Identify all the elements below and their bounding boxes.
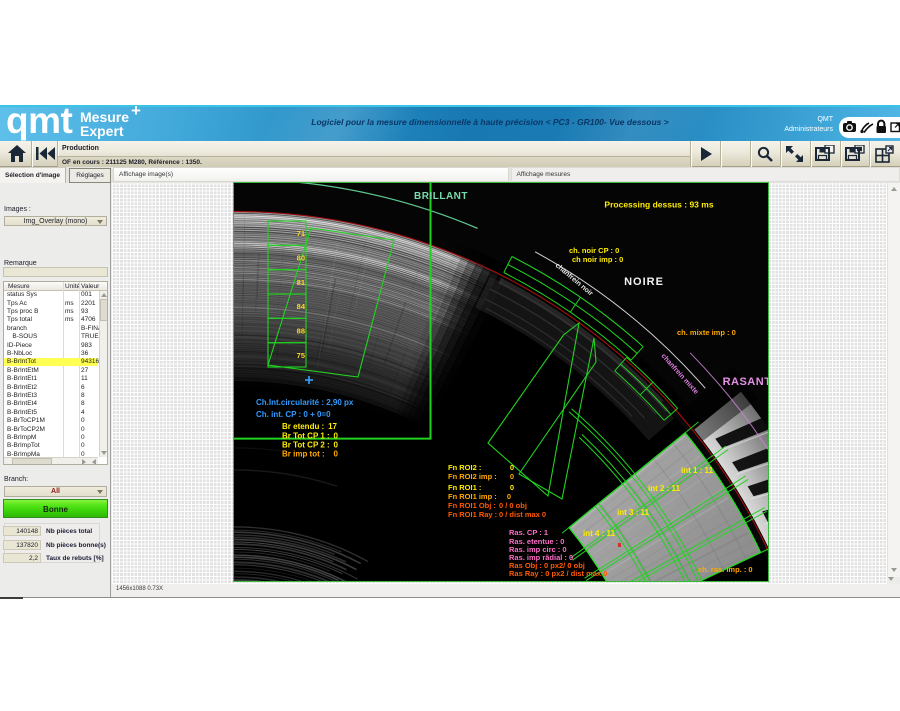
svg-text:Ras. CP : 1: Ras. CP : 1 — [509, 528, 548, 537]
svg-text:71: 71 — [297, 229, 305, 238]
svg-text:0: 0 — [334, 450, 339, 459]
svg-text:Ras Ray : 0 px2 / dist max 0: Ras Ray : 0 px2 / dist max 0 — [509, 569, 607, 578]
svg-text:RASANT: RASANT — [723, 376, 769, 388]
svg-text:int 4 : 11: int 4 : 11 — [583, 529, 616, 538]
svg-text:ch. noir CP : 0: ch. noir CP : 0 — [569, 246, 619, 255]
svg-text:Fn ROI2 imp :: Fn ROI2 imp : — [448, 472, 497, 481]
svg-text:ch. mixte imp : 0: ch. mixte imp : 0 — [677, 328, 736, 337]
svg-text:Fn ROI1 Ray :: Fn ROI1 Ray : — [448, 510, 497, 519]
svg-text:81: 81 — [297, 278, 305, 287]
svg-text:0: 0 — [507, 492, 511, 501]
svg-text:Ch. int. CP : 0 + 0=0: Ch. int. CP : 0 + 0=0 — [256, 410, 331, 419]
svg-text:88: 88 — [297, 327, 305, 336]
svg-text:BRILLANT: BRILLANT — [414, 191, 468, 202]
svg-text:17: 17 — [328, 422, 337, 431]
svg-text:75: 75 — [297, 351, 305, 360]
svg-text:0 / dist max 0: 0 / dist max 0 — [499, 510, 546, 519]
svg-text:84: 84 — [297, 302, 306, 311]
svg-text:0 / 0 obj: 0 / 0 obj — [499, 501, 527, 510]
svg-text:ch noir imp : 0: ch noir imp : 0 — [572, 255, 623, 264]
svg-text:Fn ROI1 Obj :: Fn ROI1 Obj : — [448, 501, 496, 510]
svg-text:0: 0 — [510, 483, 514, 492]
svg-text:0: 0 — [334, 432, 339, 441]
svg-text:int 1 : 11: int 1 : 11 — [681, 466, 714, 475]
svg-text:0: 0 — [510, 472, 514, 481]
svg-text:0: 0 — [334, 441, 339, 450]
svg-text:Br imp tot :: Br imp tot : — [282, 450, 325, 459]
svg-text:Processing dessus : 93 ms: Processing dessus : 93 ms — [604, 200, 713, 210]
svg-text:Br Tot CP 2 :: Br Tot CP 2 : — [282, 441, 330, 450]
svg-text:NOIRE: NOIRE — [624, 276, 664, 288]
svg-text:int 2 : 11: int 2 : 11 — [648, 484, 681, 493]
svg-text:ch. ras. imp. : 0: ch. ras. imp. : 0 — [698, 565, 753, 574]
svg-text:0: 0 — [510, 463, 514, 472]
svg-text:Fn ROI2 :: Fn ROI2 : — [448, 463, 481, 472]
svg-text:Br etendu :: Br etendu : — [282, 422, 324, 431]
svg-text:int 3 : 11: int 3 : 11 — [617, 508, 650, 517]
svg-text:Fn ROI1 imp :: Fn ROI1 imp : — [448, 492, 497, 501]
svg-text:Ch.Int.circularité : 2,90 p: Ch.Int.circularité : 2,90 px — [256, 398, 354, 407]
svg-text:80: 80 — [297, 254, 305, 263]
svg-text:Br Tot CP 1 :: Br Tot CP 1 : — [282, 432, 330, 441]
svg-text:Fn ROI1 :: Fn ROI1 : — [448, 483, 481, 492]
